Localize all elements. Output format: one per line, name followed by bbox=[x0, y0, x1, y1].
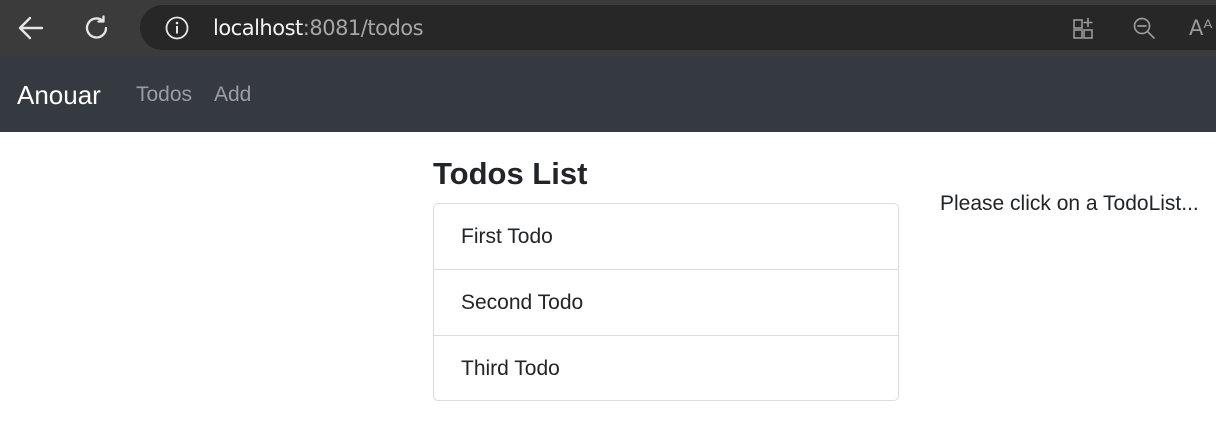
read-aloud-icon[interactable]: Aᴬ bbox=[1189, 15, 1215, 41]
url-path: :8081/todos bbox=[302, 16, 424, 40]
brand-link[interactable]: Anouar bbox=[17, 78, 101, 112]
nav-link-todos[interactable]: Todos bbox=[136, 82, 192, 108]
todo-item-third[interactable]: Third Todo bbox=[434, 336, 898, 400]
reload-icon bbox=[85, 15, 108, 39]
apps-icon[interactable] bbox=[1071, 15, 1097, 41]
back-button[interactable] bbox=[11, 10, 51, 46]
address-bar[interactable]: localhost:8081/todos Aᴬ bbox=[140, 5, 1216, 50]
todos-list: First Todo Second Todo Third Todo bbox=[433, 203, 899, 401]
info-icon[interactable] bbox=[165, 16, 189, 40]
url-text[interactable]: localhost:8081/todos bbox=[213, 16, 424, 40]
browser-toolbar: localhost:8081/todos Aᴬ bbox=[0, 0, 1216, 56]
back-arrow-icon bbox=[18, 16, 44, 40]
todo-item-first[interactable]: First Todo bbox=[434, 204, 898, 270]
reload-button[interactable] bbox=[77, 10, 117, 46]
url-host: localhost bbox=[213, 16, 303, 40]
zoom-out-icon[interactable] bbox=[1131, 15, 1157, 41]
nav-link-add[interactable]: Add bbox=[214, 82, 251, 108]
app-navbar: Anouar Todos Add bbox=[0, 56, 1216, 132]
todos-list-title: Todos List bbox=[433, 156, 588, 191]
select-todo-hint: Please click on a TodoList... bbox=[940, 192, 1199, 215]
todo-item-second[interactable]: Second Todo bbox=[434, 270, 898, 336]
